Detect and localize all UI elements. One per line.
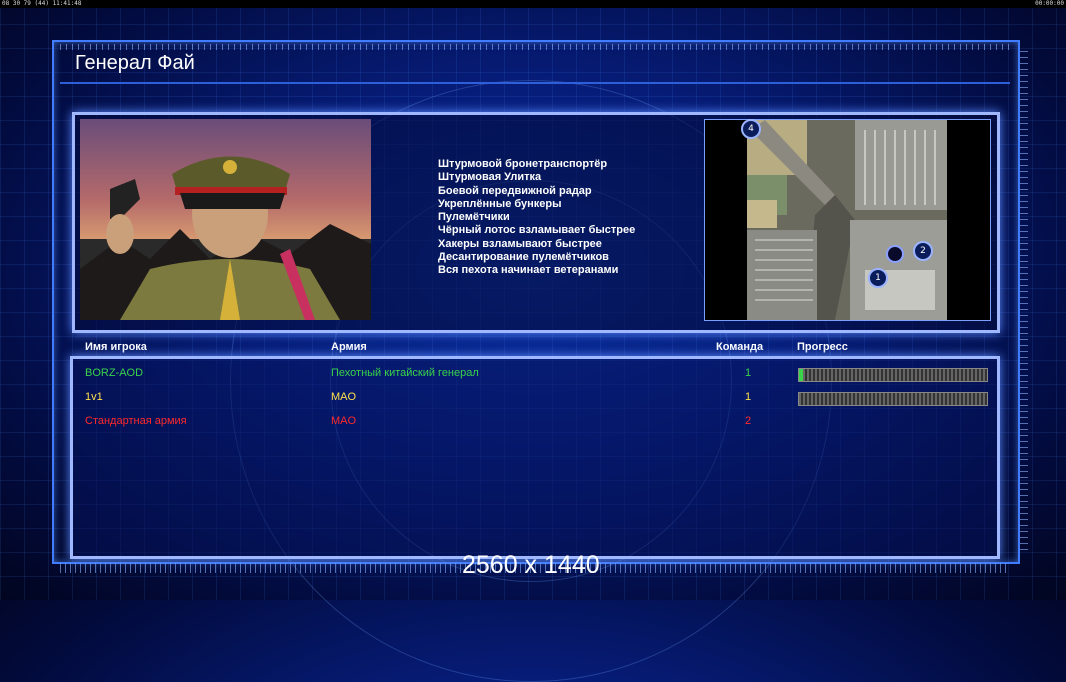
player-team: 2 [744,415,752,427]
hud-right-readout: 00:00:00 [1035,0,1064,7]
ruler-side [1020,50,1028,550]
minimap[interactable]: 4 2 1 [704,119,991,321]
hud-left-readout: 08 30 79 (44) 11:41:48 [2,0,82,7]
player-team: 1 [744,391,752,403]
perk-item: Штурмовая Улитка [438,171,542,184]
perk-item: Вся пехота начинает ветеранами [438,264,619,277]
player-progress-bar [798,392,988,406]
player-name: 1v1 [85,391,103,403]
player-progress-fill [799,369,803,381]
player-start-badge[interactable]: 2 [913,241,933,261]
column-header-name: Имя игрока [85,341,147,353]
perk-item: Укреплённые бункеры [438,197,562,210]
player-progress-bar [798,368,988,382]
player-start-badge[interactable]: 1 [868,268,888,288]
player-name: Стандартная армия [85,415,187,427]
player-name: BORZ-AOD [85,367,144,379]
perk-item: Хакеры взламывают быстрее [438,237,602,250]
player-team: 1 [744,367,752,379]
page-title: Генерал Фай [75,52,195,74]
resolution-label: 2560 x 1440 [462,551,600,579]
player-army: Пехотный китайский генерал [331,367,479,379]
general-perks-list: Штурмовой бронетранспортёр Штурмовая Ули… [438,158,635,278]
perk-item: Десантирование пулемётчиков [438,251,609,264]
perk-item: Пулемётчики [438,211,510,224]
perk-item: Боевой передвижной радар [438,184,592,197]
perk-item: Штурмовой бронетранспортёр [438,158,608,170]
player-start-badge[interactable]: 4 [741,119,761,139]
ruler-top [60,44,1010,50]
column-header-team: Команда [716,341,764,353]
general-portrait-image [80,156,371,320]
hud-bar: 08 30 79 (44) 11:41:48 00:00:00 [0,0,1066,8]
minimap-terrain [747,120,947,320]
players-table [70,356,1000,559]
column-header-army: Армия [331,341,367,353]
player-army: MAO [331,415,357,427]
general-portrait [80,119,371,320]
player-army: MAO [331,391,357,403]
perk-item: Чёрный лотос взламывает быстрее [438,224,636,237]
column-header-progress: Прогресс [797,341,848,353]
title-divider [60,82,1010,84]
